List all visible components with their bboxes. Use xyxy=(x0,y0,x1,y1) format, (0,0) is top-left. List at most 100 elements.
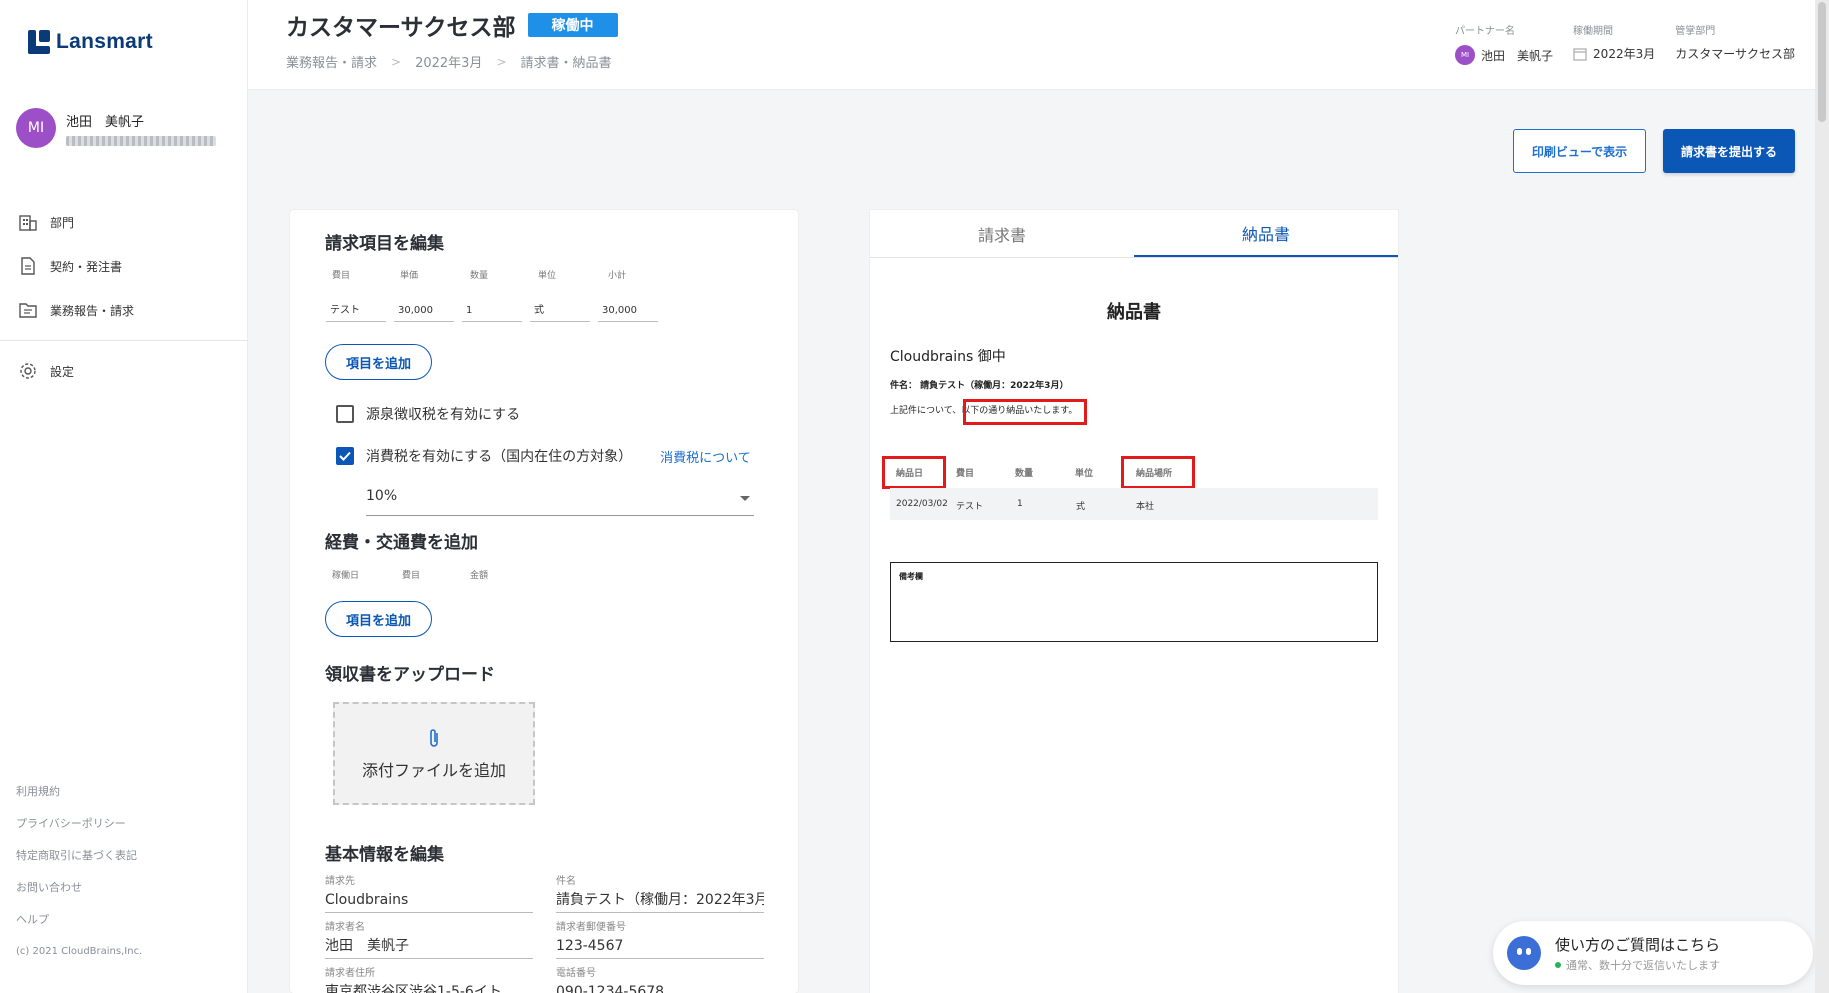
checkmark-icon xyxy=(339,451,351,461)
column-header: 金額 xyxy=(470,571,489,581)
chevron-right-icon: > xyxy=(391,54,402,69)
quantity-input[interactable]: 1 xyxy=(462,300,522,322)
chat-title: 使い方のご質問はこちら xyxy=(1555,935,1721,954)
meta-partner: パートナー名 MI 池田 美帆子 xyxy=(1455,22,1553,65)
chatbot-icon xyxy=(1507,936,1541,970)
tax-rate-value: 10% xyxy=(366,488,398,504)
gear-icon xyxy=(20,363,36,379)
field-label: 請求先 xyxy=(325,876,355,887)
footer-link-help[interactable]: ヘルプ xyxy=(16,912,142,944)
unit-input[interactable]: 式 xyxy=(530,300,590,322)
column-header: 費目 xyxy=(332,271,351,281)
column-header: 単位 xyxy=(538,271,557,281)
highlight-box xyxy=(963,399,1087,425)
scrollbar-thumb[interactable] xyxy=(1818,2,1826,122)
footer-links: 利用規約 プライバシーポリシー 特定商取引に基づく表記 お問い合わせ ヘルプ (… xyxy=(16,784,142,976)
biller-name-field[interactable]: 請求者名 池田 美帆子 xyxy=(325,918,533,959)
field-label: 電話番号 xyxy=(556,968,596,979)
field-value[interactable]: Cloudbrains xyxy=(325,887,533,913)
consumption-label: 消費税を有効にする（国内在住の方対象） xyxy=(366,449,633,465)
print-view-button[interactable]: 印刷ビューで表示 xyxy=(1513,129,1646,173)
footer-link-commercial[interactable]: 特定商取引に基づく表記 xyxy=(16,848,142,880)
breadcrumb: 業務報告・請求 > 2022年3月 > 請求書・納品書 xyxy=(286,52,612,72)
consumption-tax-link[interactable]: 消費税について xyxy=(660,447,751,466)
submit-invoice-button[interactable]: 請求書を提出する xyxy=(1663,129,1795,173)
tab-delivery-note[interactable]: 納品書 xyxy=(1134,210,1398,257)
breadcrumb-item: 請求書・納品書 xyxy=(520,56,612,71)
meta-dept: 管掌部門 カスタマーサクセス部 xyxy=(1675,22,1795,65)
expenses-section-title: 経費・交通費を追加 xyxy=(325,533,478,553)
intro-prefix: 上記件について、 xyxy=(890,406,962,416)
address-field[interactable]: 請求者住所 東京都渋谷区渋谷1-5-6イト xyxy=(325,964,533,993)
field-value[interactable]: 請負テスト（稼働月：2022年3月） xyxy=(556,887,764,913)
field-label: 請求者住所 xyxy=(325,968,375,979)
billing-to-field[interactable]: 請求先 Cloudbrains xyxy=(325,872,533,913)
editor-panel: 請求項目を編集 費目 単価 数量 単位 小計 テスト 30,000 1 式 30… xyxy=(290,210,798,993)
profile-name: 池田 美帆子 xyxy=(66,114,145,130)
receipt-section-title: 領収書をアップロード xyxy=(325,665,495,685)
subject-field[interactable]: 件名 請負テスト（稼働月：2022年3月） xyxy=(556,872,764,913)
consumption-row: 消費税を有効にする（国内在住の方対象） 消費税について xyxy=(336,446,751,466)
attach-file-dropzone[interactable]: 添付ファイルを追加 xyxy=(333,702,535,805)
footer-link-contact[interactable]: お問い合わせ xyxy=(16,880,142,912)
calendar-icon xyxy=(1573,47,1587,61)
footer-link-privacy[interactable]: プライバシーポリシー xyxy=(16,816,142,848)
user-profile[interactable]: MI 池田 美帆子 xyxy=(16,108,216,148)
preview-tabs: 請求書 納品書 xyxy=(870,210,1398,258)
table-cell: 式 xyxy=(1076,502,1086,512)
unit-price-input[interactable]: 30,000 xyxy=(394,300,454,322)
sidebar-item-settings[interactable]: 設定 xyxy=(0,349,248,393)
add-expense-button[interactable]: 項目を追加 xyxy=(325,601,432,637)
sidebar-item-department[interactable]: 部門 xyxy=(0,200,248,244)
chat-subtitle: 通常、数十分で返信いたします xyxy=(1566,958,1720,972)
field-value[interactable]: 東京都渋谷区渋谷1-5-6イト xyxy=(325,979,533,993)
folder-icon xyxy=(19,303,37,318)
footer-link-terms[interactable]: 利用規約 xyxy=(16,784,142,816)
document-icon xyxy=(21,257,35,275)
sidebar-item-label: 契約・発注書 xyxy=(50,259,123,274)
sidebar-item-reports[interactable]: 業務報告・請求 xyxy=(0,288,248,332)
postal-code-field[interactable]: 請求者郵便番号 123-4567 xyxy=(556,918,764,959)
document-preview: 請求書 納品書 納品書 Cloudbrains 御中 件名： 請負テスト（稼働月… xyxy=(870,210,1398,993)
field-value[interactable]: 池田 美帆子 xyxy=(325,933,533,959)
highlight-box xyxy=(882,456,946,489)
item-name-input[interactable]: テスト xyxy=(326,300,386,322)
attach-file-label: 添付ファイルを追加 xyxy=(361,760,506,780)
meta-value: 2022年3月 xyxy=(1593,47,1656,61)
field-label: 請求者名 xyxy=(325,922,365,933)
logo-icon xyxy=(28,30,50,54)
tax-rate-select[interactable]: 10% xyxy=(366,480,754,516)
chevron-down-icon xyxy=(740,496,750,501)
breadcrumb-item[interactable]: 業務報告・請求 xyxy=(286,52,377,71)
copyright: (c) 2021 CloudBrains,Inc. xyxy=(16,946,143,957)
phone-field[interactable]: 電話番号 090-1234-5678 xyxy=(556,964,764,993)
logo-text: Lansmart xyxy=(56,30,153,53)
withholding-checkbox[interactable] xyxy=(336,405,354,423)
header-meta: パートナー名 MI 池田 美帆子 稼働期間 2022年3月 管掌部門 カスタマーサ… xyxy=(1455,22,1795,65)
app-logo[interactable]: Lansmart xyxy=(28,30,153,54)
chevron-right-icon: > xyxy=(496,54,507,69)
table-cell: 2022/03/02 xyxy=(896,499,948,509)
meta-label: 稼働期間 xyxy=(1573,26,1614,37)
sidebar-item-contracts[interactable]: 契約・発注書 xyxy=(0,244,248,288)
page-scrollbar[interactable] xyxy=(1815,0,1829,993)
withholding-row: 源泉徴収税を有効にする xyxy=(336,404,520,424)
consumption-checkbox[interactable] xyxy=(336,447,354,465)
sidebar-item-label: 業務報告・請求 xyxy=(50,303,135,318)
meta-value: 池田 美帆子 xyxy=(1481,48,1554,63)
page-title: カスタマーサクセス部 xyxy=(286,15,516,41)
chat-widget[interactable]: 使い方のご質問はこちら 通常、数十分で返信いたします xyxy=(1493,921,1813,985)
breadcrumb-item[interactable]: 2022年3月 xyxy=(415,52,482,71)
document-recipient: Cloudbrains 御中 xyxy=(890,349,1006,365)
field-value[interactable]: 090-1234-5678 xyxy=(556,979,764,993)
sidebar-nav: 部門 契約・発注書 業務報告・請求 設定 xyxy=(0,200,248,393)
withholding-label: 源泉徴収税を有効にする xyxy=(366,407,521,423)
highlight-box xyxy=(1121,456,1195,489)
status-badge: 稼働中 xyxy=(527,13,618,37)
remarks-box: 備考欄 xyxy=(890,562,1378,642)
tab-invoice[interactable]: 請求書 xyxy=(870,210,1134,257)
add-item-button[interactable]: 項目を追加 xyxy=(325,344,432,380)
field-value[interactable]: 123-4567 xyxy=(556,933,764,959)
column-header: 稼働日 xyxy=(332,571,360,581)
profile-email-blurred xyxy=(66,135,216,146)
